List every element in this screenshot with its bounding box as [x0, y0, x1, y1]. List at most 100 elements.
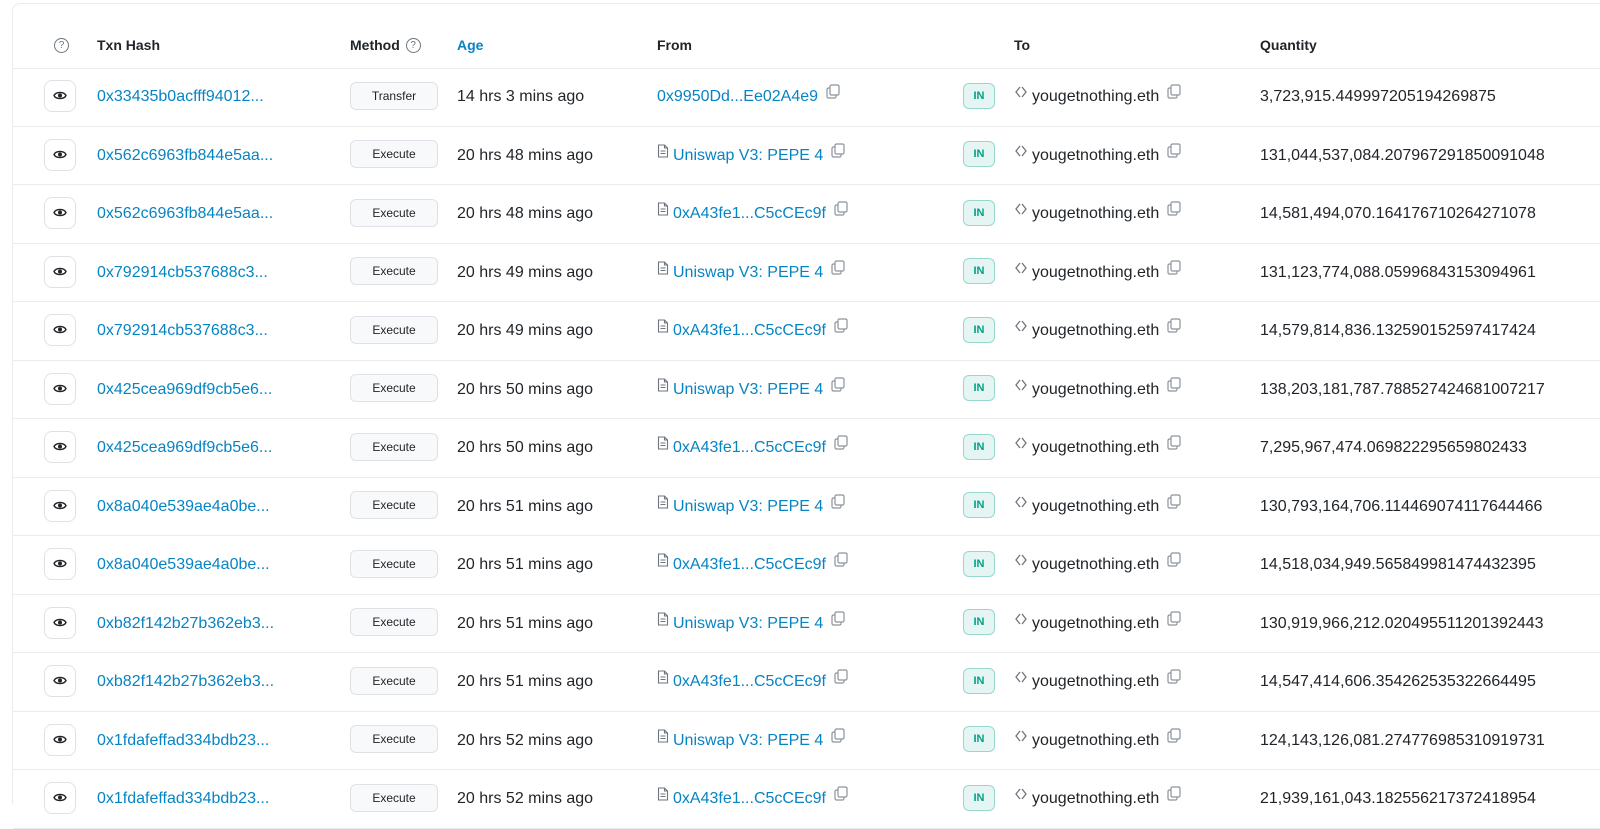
from-address-link[interactable]: 0xA43fe1...C5cCEc9f — [673, 205, 826, 222]
preview-eye-button[interactable] — [44, 723, 76, 756]
from-address-link[interactable]: 0xA43fe1...C5cCEc9f — [673, 556, 826, 573]
copy-icon[interactable] — [834, 183, 848, 240]
from-address-link[interactable]: 0xA43fe1...C5cCEc9f — [673, 790, 826, 807]
contract-code-icon — [1014, 534, 1028, 591]
quantity-cell: 14,547,414,606.354262535322664495 — [1260, 673, 1536, 690]
to-address[interactable]: yougetnothing.eth — [1032, 615, 1159, 632]
preview-eye-button[interactable] — [44, 606, 76, 639]
from-address-link[interactable]: Uniswap V3: PEPE 4 — [673, 264, 823, 281]
to-address[interactable]: yougetnothing.eth — [1032, 381, 1159, 398]
from-address-link[interactable]: Uniswap V3: PEPE 4 — [673, 381, 823, 398]
help-icon[interactable]: ? — [54, 37, 69, 53]
copy-icon[interactable] — [1167, 651, 1181, 708]
preview-eye-button[interactable] — [44, 489, 76, 522]
txn-hash-link[interactable]: 0x425cea969df9cb5e6... — [97, 361, 272, 418]
to-address[interactable]: yougetnothing.eth — [1032, 439, 1159, 456]
copy-icon[interactable] — [831, 242, 845, 299]
copy-icon[interactable] — [1167, 710, 1181, 767]
copy-icon[interactable] — [1167, 300, 1181, 357]
copy-icon[interactable] — [831, 593, 845, 650]
preview-eye-button[interactable] — [44, 372, 76, 405]
to-cell: yougetnothing.eth — [1014, 361, 1181, 418]
preview-eye-button[interactable] — [44, 431, 76, 463]
copy-icon[interactable] — [1167, 66, 1181, 123]
copy-icon[interactable] — [1167, 417, 1181, 474]
copy-icon[interactable] — [1167, 242, 1181, 299]
transactions-panel: ? Txn Hash Method ? Age From To Quantity… — [12, 3, 1600, 829]
copy-icon[interactable] — [831, 359, 845, 416]
copy-icon[interactable] — [831, 476, 845, 533]
txn-hash-link[interactable]: 0x1fdafeffad334bdb23... — [97, 712, 269, 769]
from-address-link[interactable]: Uniswap V3: PEPE 4 — [673, 615, 823, 632]
method-help-icon[interactable]: ? — [405, 37, 421, 53]
from-address-link[interactable]: Uniswap V3: PEPE 4 — [673, 147, 823, 164]
to-address[interactable]: yougetnothing.eth — [1032, 673, 1159, 690]
preview-eye-button[interactable] — [44, 314, 76, 346]
from-address-link[interactable]: 0x9950Dd...Ee02A4e9 — [657, 88, 818, 105]
copy-icon[interactable] — [1167, 768, 1181, 825]
quantity-cell: 3,723,915.449997205194269875 — [1260, 88, 1496, 105]
to-cell: yougetnothing.eth — [1014, 712, 1181, 769]
from-address-link[interactable]: 0xA43fe1...C5cCEc9f — [673, 439, 826, 456]
txn-hash-link[interactable]: 0x562c6963fb844e5aa... — [97, 127, 273, 184]
to-address[interactable]: yougetnothing.eth — [1032, 88, 1159, 105]
contract-code-icon — [1014, 710, 1028, 767]
txn-hash-link[interactable]: 0x425cea969df9cb5e6... — [97, 419, 272, 476]
to-address[interactable]: yougetnothing.eth — [1032, 556, 1159, 573]
copy-icon[interactable] — [834, 534, 848, 591]
method-badge: Execute — [350, 432, 438, 461]
to-address[interactable]: yougetnothing.eth — [1032, 205, 1159, 222]
txn-hash-link[interactable]: 0xb82f142b27b362eb3... — [97, 653, 274, 710]
txn-hash-link[interactable]: 0x8a040e539ae4a0be... — [97, 536, 270, 593]
to-address[interactable]: yougetnothing.eth — [1032, 732, 1159, 749]
copy-icon[interactable] — [831, 710, 845, 767]
txn-hash-link[interactable]: 0x33435b0acfff94012... — [97, 68, 264, 125]
method-cell: Execute — [350, 770, 438, 827]
method-cell: Execute — [350, 595, 438, 652]
from-address-link[interactable]: 0xA43fe1...C5cCEc9f — [673, 322, 826, 339]
preview-eye-button[interactable] — [44, 548, 76, 580]
copy-icon[interactable] — [1167, 476, 1181, 533]
copy-icon[interactable] — [1167, 593, 1181, 650]
to-address[interactable]: yougetnothing.eth — [1032, 264, 1159, 281]
table-row: 0x425cea969df9cb5e6... Execute 20 hrs 50 m… — [13, 419, 1600, 478]
copy-icon[interactable] — [831, 125, 845, 182]
from-address-link[interactable]: Uniswap V3: PEPE 4 — [673, 498, 823, 515]
copy-icon[interactable] — [834, 651, 848, 708]
txn-hash-link[interactable]: 0xb82f142b27b362eb3... — [97, 595, 274, 652]
direction-badge: IN — [963, 141, 995, 168]
preview-eye-button[interactable] — [44, 138, 76, 171]
copy-icon[interactable] — [1167, 359, 1181, 416]
txn-hash-link[interactable]: 0x8a040e539ae4a0be... — [97, 478, 270, 535]
copy-icon[interactable] — [1167, 534, 1181, 591]
from-address-link[interactable]: Uniswap V3: PEPE 4 — [673, 732, 823, 749]
preview-eye-button[interactable] — [44, 665, 76, 697]
to-address[interactable]: yougetnothing.eth — [1032, 498, 1159, 515]
preview-eye-button[interactable] — [44, 782, 76, 814]
preview-eye-button[interactable] — [44, 80, 76, 112]
to-cell: yougetnothing.eth — [1014, 127, 1181, 184]
direction-cell: IN — [963, 302, 995, 359]
table-row: 0x792914cb537688c3... Execute 20 hrs 49 mi… — [13, 302, 1600, 361]
preview-eye-button[interactable] — [44, 255, 76, 288]
copy-icon[interactable] — [834, 768, 848, 825]
to-address[interactable]: yougetnothing.eth — [1032, 147, 1159, 164]
copy-icon[interactable] — [834, 417, 848, 474]
txn-hash-link[interactable]: 0x562c6963fb844e5aa... — [97, 185, 273, 242]
to-address[interactable]: yougetnothing.eth — [1032, 790, 1159, 807]
copy-icon[interactable] — [826, 66, 840, 123]
from-address-link[interactable]: 0xA43fe1...C5cCEc9f — [673, 673, 826, 690]
copy-icon[interactable] — [834, 300, 848, 357]
method-badge: Execute — [350, 315, 438, 344]
direction-cell: IN — [963, 185, 995, 242]
copy-icon[interactable] — [1167, 125, 1181, 182]
txn-hash-link[interactable]: 0x792914cb537688c3... — [97, 302, 268, 359]
method-badge: Execute — [350, 549, 438, 578]
contract-doc-icon — [657, 417, 669, 474]
to-address[interactable]: yougetnothing.eth — [1032, 322, 1159, 339]
txn-hash-link[interactable]: 0x1fdafeffad334bdb23... — [97, 770, 269, 827]
table-row: 0x33435b0acfff94012... Transfer 14 hrs 3 m… — [13, 68, 1600, 127]
copy-icon[interactable] — [1167, 183, 1181, 240]
preview-eye-button[interactable] — [44, 197, 76, 229]
txn-hash-link[interactable]: 0x792914cb537688c3... — [97, 244, 268, 301]
